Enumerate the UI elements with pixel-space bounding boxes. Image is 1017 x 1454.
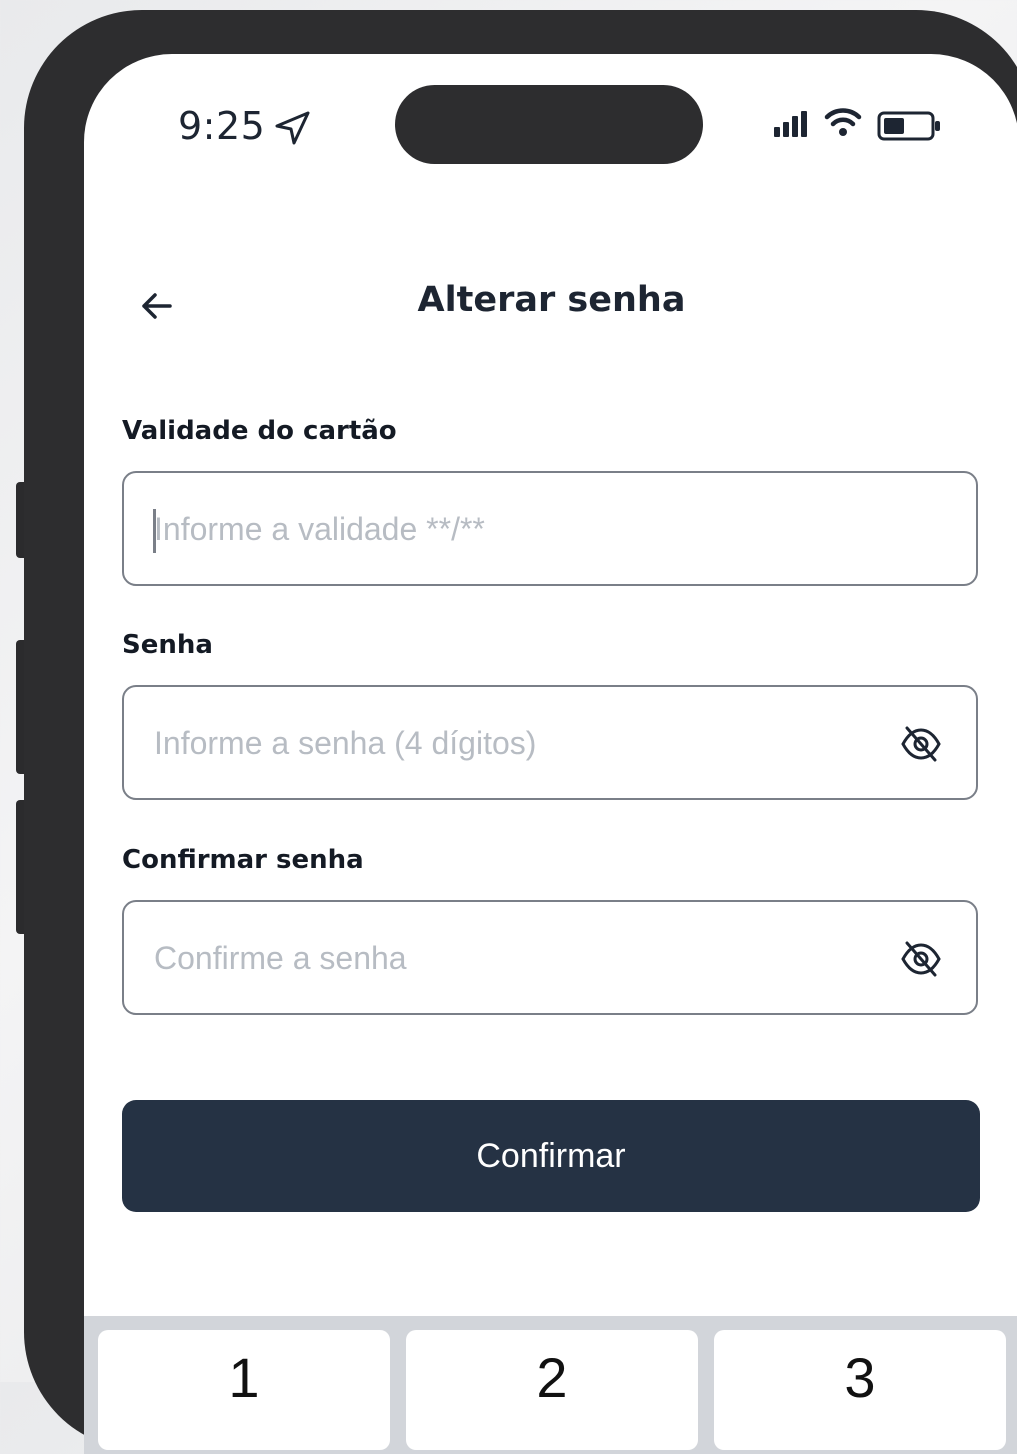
confirm-password-label: Confirmar senha — [122, 845, 364, 875]
text-cursor — [153, 509, 156, 553]
expiry-input[interactable] — [152, 473, 856, 586]
eye-off-icon[interactable] — [900, 940, 942, 978]
expiry-field[interactable] — [122, 471, 978, 586]
phone-frame: 9:25 Alterar senha Validade do cartão In… — [24, 10, 1017, 1454]
location-arrow-icon — [275, 111, 310, 145]
wifi-icon — [824, 108, 862, 136]
battery-icon — [877, 111, 940, 141]
password-input[interactable] — [152, 687, 856, 800]
eye-off-icon[interactable] — [900, 725, 942, 763]
confirm-password-field[interactable] — [122, 900, 978, 1015]
confirm-button[interactable]: Confirmar — [122, 1100, 980, 1212]
confirm-password-input[interactable] — [152, 902, 856, 1015]
password-field[interactable] — [122, 685, 978, 800]
cellular-signal-icon — [774, 111, 807, 137]
screen: 9:25 Alterar senha Validade do cartão In… — [84, 54, 1017, 1454]
key-3[interactable]: 3 — [714, 1330, 1006, 1450]
expiry-label: Validade do cartão — [122, 416, 397, 446]
dynamic-island — [395, 85, 703, 164]
key-1[interactable]: 1 — [98, 1330, 390, 1450]
page-title: Alterar senha — [417, 280, 686, 320]
key-2[interactable]: 2 — [406, 1330, 698, 1450]
numeric-keyboard: 1 2 3 — [84, 1316, 1017, 1454]
status-time: 9:25 — [178, 104, 266, 148]
password-label: Senha — [122, 630, 213, 660]
